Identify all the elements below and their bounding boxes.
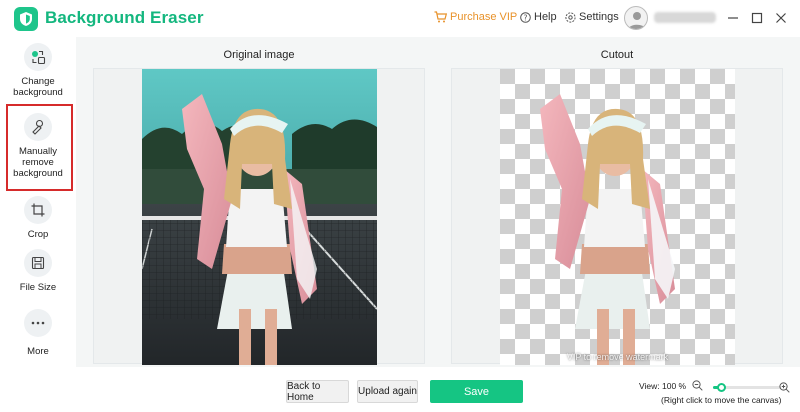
cart-icon: [434, 11, 447, 23]
title-bar: Background Eraser Purchase VIP ? Help Se…: [0, 0, 800, 37]
cutout-photo[interactable]: VIP to remove watermark: [500, 69, 735, 365]
settings-button[interactable]: Settings: [565, 11, 619, 23]
sidebar-item-label: More: [27, 346, 49, 357]
help-label: Help: [534, 11, 557, 23]
sidebar: Change background Manually remove backgr…: [0, 37, 76, 412]
cutout-title: Cutout: [600, 49, 634, 61]
sidebar-item-more[interactable]: More: [2, 309, 74, 357]
maximize-button[interactable]: [748, 9, 766, 27]
purchase-vip-button[interactable]: Purchase VIP: [434, 11, 517, 23]
workspace: Original image Cutout VIP to remove wate…: [76, 37, 800, 367]
original-image-title: Original image: [223, 49, 295, 61]
help-icon: ?: [520, 11, 531, 23]
close-icon: [776, 13, 786, 23]
minimize-button[interactable]: [724, 9, 742, 27]
user-avatar[interactable]: [624, 6, 648, 30]
username-redacted: [654, 12, 716, 23]
zoom-out-icon[interactable]: [692, 380, 703, 391]
sidebar-item-label: File Size: [19, 282, 57, 293]
maximize-icon: [751, 12, 763, 24]
back-to-home-button[interactable]: Back to Home: [286, 380, 349, 403]
app-logo-icon: [14, 7, 38, 31]
app-title: Background Eraser: [45, 8, 204, 27]
change-background-icon: [24, 43, 52, 71]
zoom-slider[interactable]: [713, 383, 781, 392]
sidebar-item-label: Change background: [13, 76, 63, 98]
upload-again-button[interactable]: Upload again: [357, 380, 418, 403]
original-photo[interactable]: [142, 69, 377, 365]
more-dots-icon: [24, 309, 52, 337]
sidebar-item-label: Crop: [27, 229, 49, 240]
zoom-slider-handle[interactable]: [717, 383, 726, 392]
sidebar-item-crop[interactable]: Crop: [2, 196, 74, 240]
purchase-vip-label: Purchase VIP: [450, 11, 518, 23]
cutout-panel: VIP to remove watermark: [451, 68, 783, 365]
save-file-icon: [24, 249, 52, 277]
svg-text:?: ?: [524, 13, 528, 22]
bottom-toolbar: Back to Home Upload again Save View: 100…: [76, 367, 800, 412]
sidebar-item-file-size[interactable]: File Size: [2, 249, 74, 293]
highlight-box: [6, 104, 73, 191]
help-button[interactable]: ? Help: [520, 11, 557, 23]
minimize-icon: [728, 17, 738, 19]
watermark-text: VIP to remove watermark: [566, 352, 669, 362]
gear-icon: [565, 11, 576, 23]
zoom-level-label: View: 100 %: [639, 380, 687, 391]
close-button[interactable]: [772, 9, 790, 27]
zoom-hint-text: (Right click to move the canvas): [661, 395, 782, 405]
settings-label: Settings: [579, 11, 619, 23]
crop-icon: [24, 196, 52, 224]
sidebar-item-change-background[interactable]: Change background: [2, 43, 74, 98]
original-image-panel: [93, 68, 425, 365]
save-button[interactable]: Save: [430, 380, 523, 403]
zoom-in-icon[interactable]: [779, 382, 790, 393]
zoom-controls: View: 100 %: [639, 380, 703, 391]
